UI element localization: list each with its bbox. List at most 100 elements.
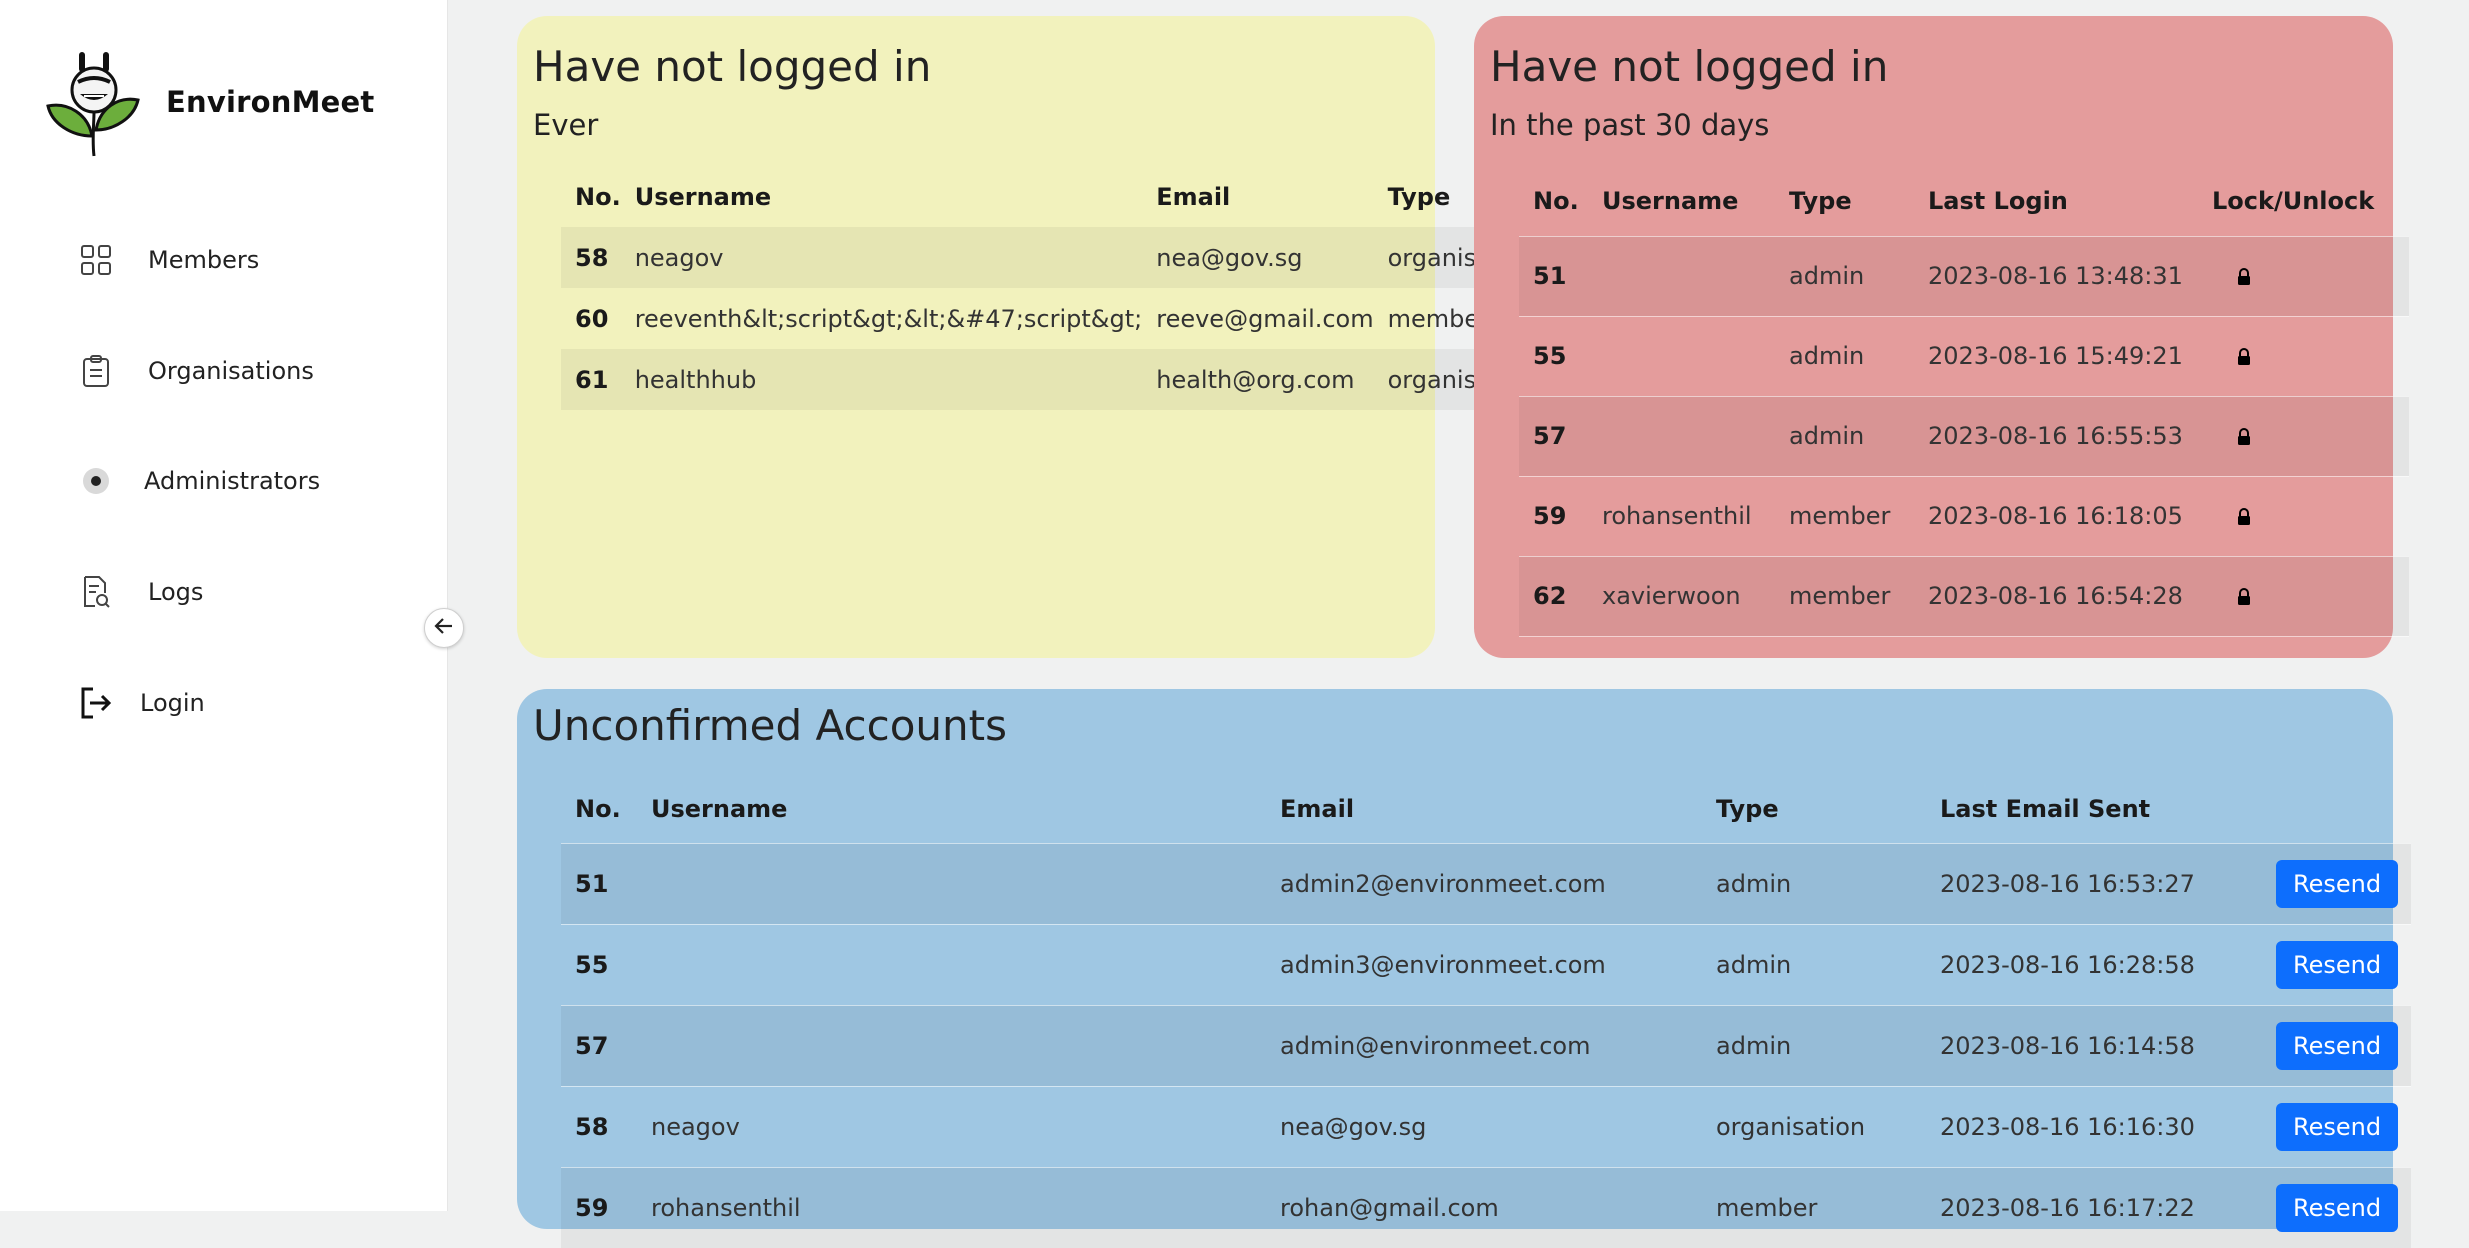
table-row: 60 reeventh&lt;script&gt;&lt;&#47;script… [561,288,1537,349]
row-email: admin@environmeet.com [1280,1031,1591,1060]
row-type: admin [1716,950,1792,979]
table-row: 59 rohansenthil member 2023-08-16 16:18:… [1519,476,2409,556]
table-row: 55 admin 2023-08-16 15:49:21 [1519,316,2409,396]
row-email: admin3@environmeet.com [1280,950,1606,979]
row-type: admin [1789,422,1865,450]
panel-title: Unconfirmed Accounts [533,701,1007,750]
row-last-email-sent: 2023-08-16 16:14:58 [1940,1031,2195,1060]
lock-icon[interactable] [2236,588,2252,606]
sidebar-item-label: Login [140,689,205,717]
row-email: health@org.com [1156,365,1355,394]
row-last-email-sent: 2023-08-16 16:53:27 [1940,869,2195,898]
row-last-email-sent: 2023-08-16 16:17:22 [1940,1193,2195,1222]
never-logged-in-table: No. Username Email Type 58 neagov nea@go… [561,167,1537,410]
sidebar-item-organisations[interactable]: Organisations [76,343,314,399]
clipboard-icon [76,351,116,391]
row-username: healthhub [634,365,757,394]
row-number: 61 [575,365,609,394]
lock-cell [2198,396,2409,476]
row-type: admin [1789,262,1865,290]
row-number: 59 [1533,502,1567,530]
brand[interactable]: EnvironMeet [44,44,374,160]
column-header [2262,775,2411,843]
row-username [637,924,1266,1005]
resend-button[interactable]: Resend [2276,1102,2399,1151]
sidebar: EnvironMeet Members Organisations Admini… [0,0,448,1211]
row-email: nea@gov.sg [1156,243,1303,272]
table-row: 62 xavierwoon member 2023-08-16 16:54:28 [1519,556,2409,636]
column-header: Type [1789,187,1852,216]
resend-button[interactable]: Resend [2276,1183,2399,1232]
column-header: Lock/Unlock [2212,187,2375,216]
arrow-left-icon [434,617,454,639]
row-number: 55 [575,950,609,979]
action-cell: Resend [2262,843,2411,924]
sidebar-collapse-button[interactable] [424,608,464,648]
panel-subtitle: Ever [533,108,599,142]
resend-button[interactable]: Resend [2276,859,2399,908]
column-header: No. [575,794,621,823]
row-last-email-sent: 2023-08-16 16:16:30 [1940,1112,2195,1141]
sidebar-item-administrators[interactable]: Administrators [76,453,320,509]
table-row: 55 admin3@environmeet.com admin 2023-08-… [561,924,2411,1005]
inactive-30-days-panel: Have not logged in In the past 30 days N… [1474,16,2409,658]
login-icon [76,683,116,723]
row-type: member [1789,582,1891,610]
sidebar-item-login[interactable]: Login [76,675,205,731]
row-username [1588,236,1775,316]
row-number: 51 [1533,262,1567,290]
row-username: xavierwoon [1602,582,1741,610]
lock-cell [2198,476,2409,556]
column-header: Email [1280,794,1355,823]
column-header: Type [1716,794,1779,823]
row-email: reeve@gmail.com [1156,304,1374,333]
row-number: 60 [575,304,609,333]
column-header: Username [651,794,788,823]
resend-button[interactable]: Resend [2276,940,2399,989]
sidebar-item-label: Members [148,246,260,274]
row-username: reeventh&lt;script&gt;&lt;&#47;script&gt… [634,304,1143,333]
row-number: 55 [1533,342,1567,370]
row-type: admin [1716,1031,1792,1060]
table-row: 57 admin@environmeet.com admin 2023-08-1… [561,1005,2411,1086]
lock-cell [2198,556,2409,636]
table-header-row: No. Username Email Type Last Email Sent [561,775,2411,843]
table-row: 61 healthhub health@org.com organisation [561,349,1537,410]
lock-cell [2198,316,2409,396]
lock-icon[interactable] [2236,348,2252,366]
column-header: Last Email Sent [1940,794,2151,823]
row-username [1588,316,1775,396]
lock-icon[interactable] [2236,508,2252,526]
column-header: Username [1602,187,1739,216]
panel-subtitle: In the past 30 days [1490,108,1770,142]
lock-icon[interactable] [2236,268,2252,286]
row-last-login: 2023-08-16 15:49:21 [1928,342,2183,370]
inactive-30-days-table: No. Username Type Last Login Lock/Unlock… [1519,167,2409,637]
panel-title: Have not logged in [1490,42,1889,91]
row-last-login: 2023-08-16 13:48:31 [1928,262,2183,290]
resend-button[interactable]: Resend [2276,1021,2399,1070]
row-last-login: 2023-08-16 16:18:05 [1928,502,2183,530]
document-search-icon [76,572,116,612]
grid-icon [76,240,116,280]
table-row: 58 neagov nea@gov.sg organisation [561,227,1537,288]
action-cell: Resend [2262,1167,2411,1248]
row-type: admin [1789,342,1865,370]
gear-icon [76,461,116,501]
row-username: neagov [634,243,724,272]
row-last-login: 2023-08-16 16:55:53 [1928,422,2183,450]
column-header: Email [1156,183,1231,211]
sidebar-item-logs[interactable]: Logs [76,564,203,620]
sidebar-item-members[interactable]: Members [76,232,259,288]
row-username: neagov [651,1112,740,1141]
row-number: 57 [575,1031,609,1060]
lock-cell [2198,236,2409,316]
row-username: rohansenthil [1602,502,1752,530]
lock-icon[interactable] [2236,428,2252,446]
sidebar-item-label: Organisations [148,357,314,385]
row-type: member [1789,502,1891,530]
row-type: organisation [1716,1112,1866,1141]
row-number: 57 [1533,422,1567,450]
app-name: EnvironMeet [166,85,375,119]
row-number: 51 [575,869,609,898]
